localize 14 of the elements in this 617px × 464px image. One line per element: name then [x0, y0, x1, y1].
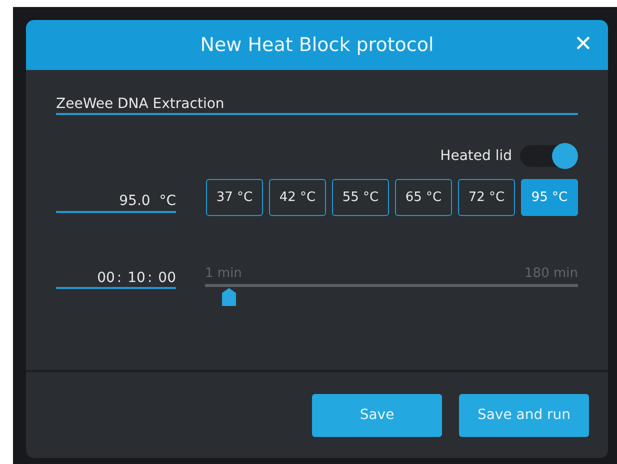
temperature-preset[interactable]: 72 °C [458, 179, 515, 216]
heated-lid-toggle[interactable] [520, 145, 578, 167]
time-field[interactable]: 00: 10: 00 [56, 264, 176, 289]
temperature-field[interactable]: 95.0 °C [56, 182, 176, 212]
dialog-title: New Heat Block protocol [200, 34, 434, 56]
slider-thumb[interactable] [222, 288, 236, 306]
heated-lid-label: Heated lid [440, 148, 512, 164]
name-field[interactable]: ZeeWee DNA Extraction [56, 96, 578, 115]
temperature-preset[interactable]: 65 °C [395, 179, 452, 216]
temperature-preset[interactable]: 55 °C [332, 179, 389, 216]
temperature-preset[interactable]: 42 °C [269, 179, 326, 216]
slider-max-label: 180 min [524, 266, 578, 281]
slider-min-label: 1 min [205, 266, 242, 281]
temperature-preset[interactable]: 37 °C [206, 179, 263, 216]
